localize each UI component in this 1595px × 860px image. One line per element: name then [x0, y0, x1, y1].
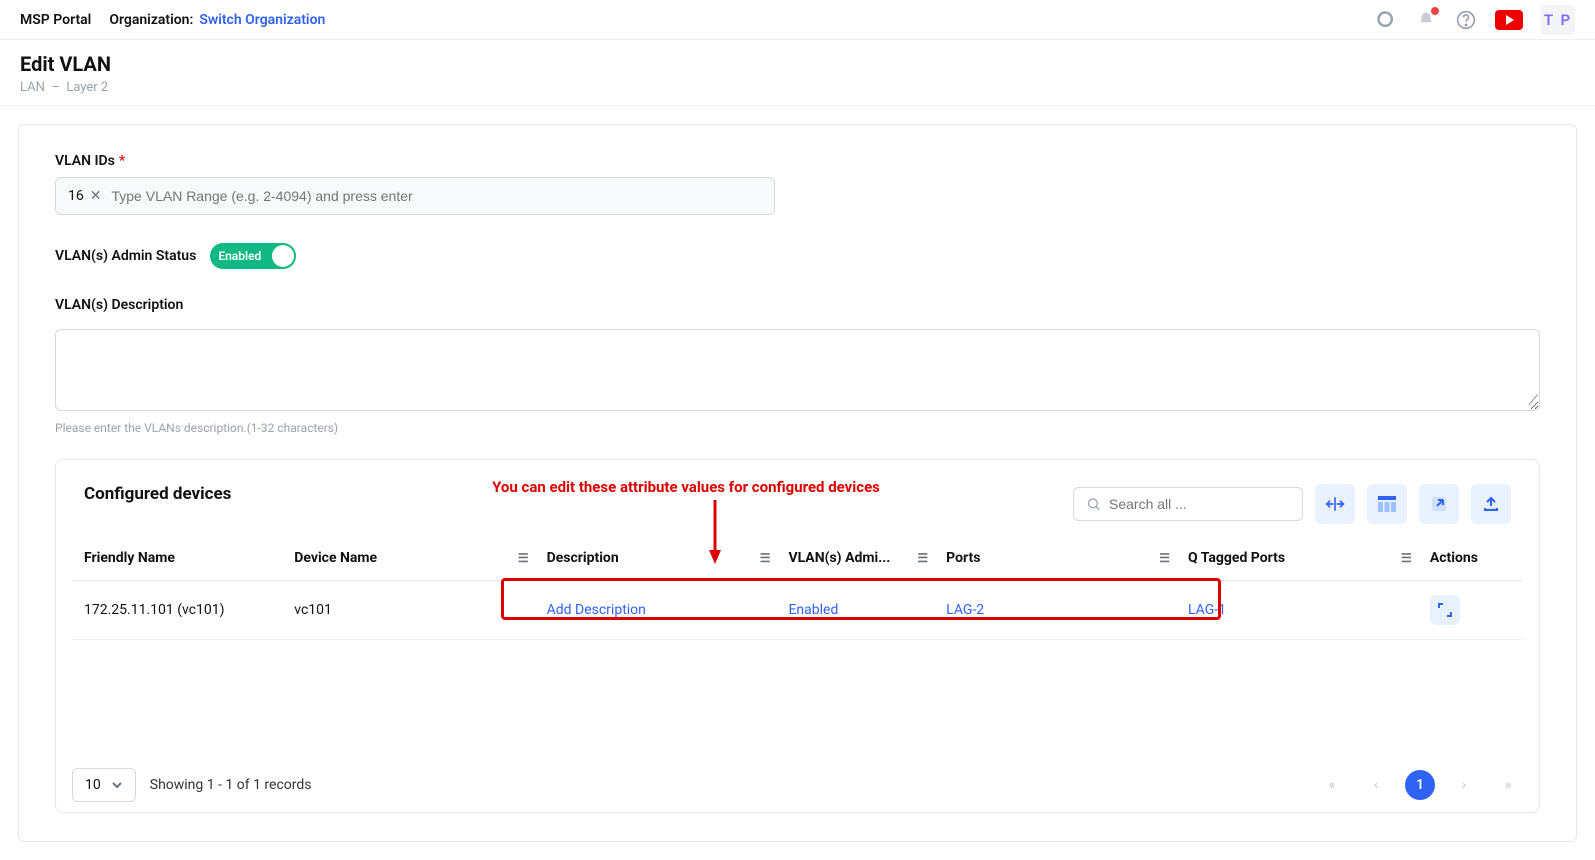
filter-icon[interactable]: ☰ [917, 551, 928, 565]
first-page-button[interactable]: « [1317, 770, 1347, 800]
vlan-desc-textarea[interactable] [55, 329, 1540, 411]
col-device-name: Device Name☰ [282, 536, 534, 581]
upload-button[interactable] [1471, 484, 1511, 524]
resize-handle-icon[interactable]: ⟋ [1528, 393, 1538, 409]
expand-row-button[interactable] [1430, 595, 1460, 625]
vlan-chip: 16 ✕ [68, 188, 101, 204]
search-icon[interactable] [1375, 9, 1397, 31]
switch-organization-link[interactable]: Switch Organization [199, 12, 325, 28]
page-1-button[interactable]: 1 [1405, 770, 1435, 800]
add-description-link[interactable]: Add Description [547, 602, 646, 618]
qtagged-ports-link[interactable]: LAG-1 [1188, 602, 1226, 618]
crumb-layer2[interactable]: Layer 2 [66, 80, 108, 95]
ports-link[interactable]: LAG-2 [946, 602, 984, 618]
user-avatar[interactable]: T P [1541, 5, 1575, 35]
export-button[interactable] [1419, 484, 1459, 524]
admin-status-label: VLAN(s) Admin Status [55, 248, 196, 264]
filter-icon[interactable]: ☰ [1401, 551, 1412, 565]
filter-icon[interactable]: ☰ [1159, 551, 1170, 565]
page-size-select[interactable]: 10 [72, 768, 136, 802]
col-actions: Actions [1418, 536, 1523, 581]
search-icon [1086, 496, 1101, 512]
col-admin-status: VLAN(s) Admi...☰ [776, 536, 934, 581]
col-qtagged-ports: Q Tagged Ports☰ [1176, 536, 1418, 581]
youtube-icon[interactable] [1495, 10, 1523, 30]
remove-chip-icon[interactable]: ✕ [90, 188, 102, 204]
devices-search-field[interactable] [1109, 496, 1290, 512]
cell-device-name: vc101 [282, 581, 534, 640]
crumb-sep: – [51, 80, 60, 95]
columns-button[interactable] [1367, 484, 1407, 524]
pagination-info: Showing 1 - 1 of 1 records [150, 777, 312, 793]
filter-icon[interactable]: ☰ [760, 551, 771, 565]
crumb-lan[interactable]: LAN [20, 80, 45, 95]
vlan-ids-input[interactable]: 16 ✕ [55, 177, 775, 215]
page-title: Edit VLAN [20, 52, 1575, 76]
vlan-range-field[interactable] [111, 188, 762, 204]
msp-portal-label: MSP Portal [20, 12, 91, 28]
cell-friendly-name: 172.25.11.101 (vc101) [72, 581, 282, 640]
organization-label: Organization: [109, 12, 193, 28]
configured-devices-title: Configured devices [84, 484, 231, 504]
vlan-desc-hint: Please enter the VLANs description.(1-32… [55, 421, 1540, 435]
breadcrumb: LAN – Layer 2 [20, 80, 1575, 95]
col-description: Description☰ [535, 536, 777, 581]
annotation-text: You can edit these attribute values for … [456, 478, 916, 496]
chevron-down-icon [111, 781, 123, 789]
next-page-button[interactable]: › [1449, 770, 1479, 800]
notification-badge [1431, 7, 1439, 15]
col-friendly-name: Friendly Name [72, 536, 282, 581]
prev-page-button[interactable]: ‹ [1361, 770, 1391, 800]
help-icon[interactable] [1455, 9, 1477, 31]
vlan-ids-label: VLAN IDs* [55, 153, 1540, 169]
notifications-icon[interactable] [1415, 9, 1437, 31]
autofit-columns-button[interactable] [1315, 484, 1355, 524]
table-row: 172.25.11.101 (vc101) vc101 Add Descript… [72, 581, 1523, 640]
devices-search-input[interactable] [1073, 487, 1303, 521]
vlan-desc-label: VLAN(s) Description [55, 297, 1540, 313]
last-page-button[interactable]: » [1493, 770, 1523, 800]
admin-status-toggle[interactable]: Enabled [210, 243, 296, 269]
col-ports: Ports☰ [934, 536, 1176, 581]
admin-status-link[interactable]: Enabled [788, 602, 838, 618]
filter-icon[interactable]: ☰ [518, 551, 529, 565]
